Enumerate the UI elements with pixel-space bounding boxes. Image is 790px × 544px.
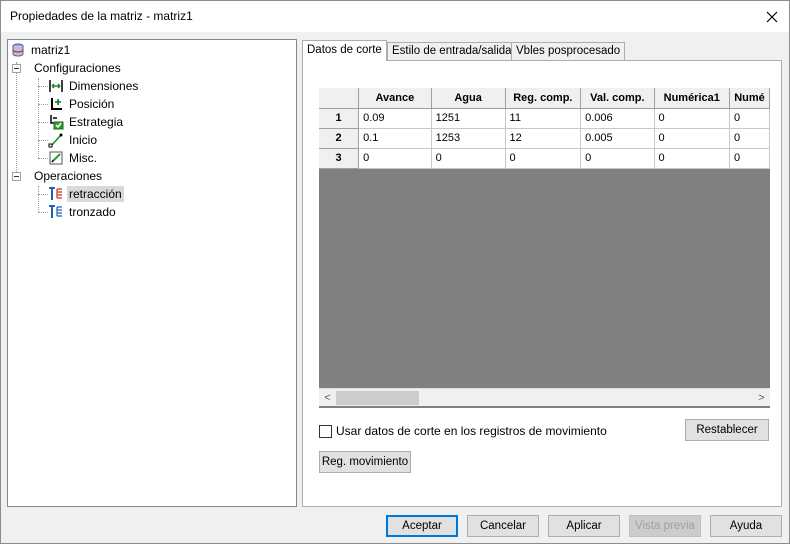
cancelar-button[interactable]: Cancelar	[467, 515, 539, 537]
tree-line	[38, 122, 48, 123]
close-button[interactable]	[755, 1, 789, 32]
tree-item-label: Misc.	[69, 151, 97, 165]
tree-line	[38, 194, 48, 195]
tree-line	[38, 186, 39, 212]
table-cell[interactable]: 0	[654, 108, 730, 129]
tree-item-label: Operaciones	[34, 169, 103, 183]
tree-item-operaciones[interactable]: Operaciones	[32, 167, 104, 185]
table-cell[interactable]: 0.006	[580, 108, 655, 129]
cut-data-grid[interactable]: Avance Agua Reg. comp. Val. comp. Numéri…	[319, 88, 770, 408]
table-cell[interactable]: 0.005	[580, 128, 655, 149]
table-cell[interactable]: 12	[505, 128, 582, 149]
strategy-icon	[50, 115, 64, 130]
table-cell[interactable]: 0	[505, 148, 582, 169]
tree-item-label: Estrategia	[69, 115, 124, 129]
table-cell[interactable]: 0	[729, 108, 770, 129]
misc-edit-icon	[49, 151, 63, 165]
title-bar: Propiedades de la matriz - matriz1	[1, 1, 789, 32]
table-corner[interactable]	[319, 88, 360, 109]
aplicar-button[interactable]: Aplicar	[548, 515, 620, 537]
table-cell[interactable]: 0	[729, 128, 770, 149]
table-cell[interactable]: 1253	[431, 128, 506, 149]
use-cut-data-option[interactable]: Usar datos de corte en los registros de …	[319, 424, 607, 438]
table-cell[interactable]: 1251	[431, 108, 506, 129]
tree-item-label: Posición	[69, 97, 115, 111]
tab-datos-de-corte[interactable]: Datos de corte	[302, 40, 387, 61]
table-cell[interactable]: 0.09	[358, 108, 432, 129]
close-icon	[766, 11, 778, 22]
tree-item-label: Dimensiones	[69, 79, 139, 93]
tree-item-label: Configuraciones	[34, 61, 121, 75]
table-row: 1 0.09 1251 11 0.006 0 0	[319, 108, 770, 129]
row-header[interactable]: 1	[319, 108, 360, 129]
tree-view[interactable]: matriz1 Configuraciones Dimensiones Posi…	[7, 39, 297, 507]
tree-item-estrategia[interactable]: Estrategia	[48, 113, 125, 131]
tab-panel-datos-de-corte: Avance Agua Reg. comp. Val. comp. Numéri…	[302, 60, 782, 507]
dimensions-icon	[49, 80, 63, 92]
tree-item-dimensiones[interactable]: Dimensiones	[48, 77, 140, 95]
tree-item-label: tronzado	[69, 205, 116, 219]
table-header-row: Avance Agua Reg. comp. Val. comp. Numéri…	[319, 88, 770, 109]
scroll-right-arrow-icon[interactable]: >	[753, 389, 770, 407]
cut-data-table: Avance Agua Reg. comp. Val. comp. Numéri…	[319, 88, 770, 169]
tree-item-configuraciones[interactable]: Configuraciones	[32, 59, 123, 77]
tree-item-tronzado[interactable]: tronzado	[48, 203, 118, 221]
tab-estilo-entrada-salida[interactable]: Estilo de entrada/salida	[387, 42, 517, 61]
column-header[interactable]: Numérica1	[654, 88, 730, 109]
table-row: 2 0.1 1253 12 0.005 0 0	[319, 128, 770, 149]
tree-item-misc[interactable]: Misc.	[48, 149, 99, 167]
start-point-icon	[48, 133, 63, 148]
column-header[interactable]: Val. comp.	[580, 88, 655, 109]
aceptar-button[interactable]: Aceptar	[386, 515, 458, 537]
database-icon	[12, 43, 24, 57]
column-header[interactable]: Reg. comp.	[505, 88, 582, 109]
tree-line	[38, 158, 48, 159]
tree-item-label: matriz1	[31, 43, 71, 57]
tree-line	[38, 86, 48, 87]
table-cell[interactable]: 0	[729, 148, 770, 169]
properties-dialog: Propiedades de la matriz - matriz1 matri…	[0, 0, 790, 544]
reg-movimiento-button[interactable]: Reg. movimiento	[319, 451, 411, 473]
tool-operation-icon	[49, 187, 62, 200]
vista-previa-button[interactable]: Vista previa	[629, 515, 701, 537]
column-header[interactable]: Avance	[358, 88, 432, 109]
tree-line	[38, 104, 48, 105]
expand-toggle-operaciones[interactable]	[12, 172, 21, 181]
row-header[interactable]: 2	[319, 128, 360, 149]
tree-item-retraccion[interactable]: retracción	[48, 185, 124, 203]
table-cell[interactable]: 11	[505, 108, 582, 129]
scroll-left-arrow-icon[interactable]: <	[319, 389, 336, 407]
table-cell[interactable]: 0.1	[358, 128, 432, 149]
expand-toggle-configuraciones[interactable]	[12, 64, 21, 73]
tree-item-matriz1[interactable]: matriz1	[10, 41, 72, 59]
horizontal-scrollbar[interactable]: < >	[319, 388, 770, 406]
tab-vbles-posprocesado[interactable]: Vbles posprocesado	[511, 42, 626, 61]
table-row: 3 0 0 0 0 0 0	[319, 148, 770, 169]
tree-line	[38, 140, 48, 141]
column-header[interactable]: Numé	[729, 88, 770, 109]
table-cell[interactable]: 0	[654, 148, 730, 169]
tree-item-label: Inicio	[69, 133, 98, 147]
tree-item-posicion[interactable]: Posición	[48, 95, 116, 113]
position-icon	[51, 98, 62, 110]
tree-item-label: retracción	[67, 186, 124, 202]
tree-line	[16, 62, 17, 176]
tree-line	[38, 78, 39, 158]
ayuda-button[interactable]: Ayuda	[710, 515, 782, 537]
column-header[interactable]: Agua	[431, 88, 506, 109]
restablecer-button[interactable]: Restablecer	[685, 419, 769, 441]
table-cell[interactable]: 0	[358, 148, 432, 169]
scrollbar-thumb[interactable]	[336, 391, 419, 405]
table-cell[interactable]: 0	[654, 128, 730, 149]
table-cell[interactable]: 0	[580, 148, 655, 169]
use-cut-data-checkbox[interactable]	[319, 424, 332, 438]
window-title: Propiedades de la matriz - matriz1	[10, 9, 193, 23]
row-header[interactable]: 3	[319, 148, 360, 169]
tree-line	[38, 212, 48, 213]
table-cell[interactable]: 0	[431, 148, 506, 169]
tool-operation-icon	[49, 205, 62, 218]
use-cut-data-label: Usar datos de corte en los registros de …	[336, 424, 607, 438]
tree-item-inicio[interactable]: Inicio	[48, 131, 99, 149]
